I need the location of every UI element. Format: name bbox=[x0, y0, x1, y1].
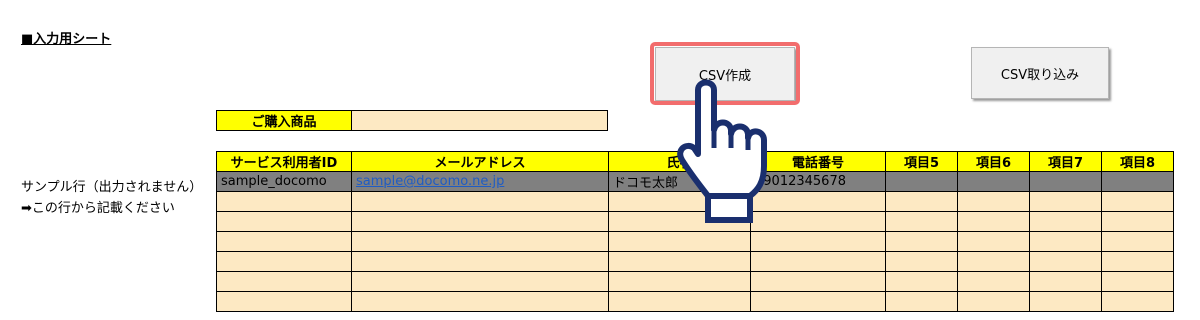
input-cell[interactable] bbox=[750, 251, 886, 272]
input-cell[interactable] bbox=[1029, 251, 1102, 272]
input-cell[interactable] bbox=[1029, 191, 1102, 212]
input-cell[interactable] bbox=[750, 231, 886, 252]
input-cell[interactable] bbox=[351, 291, 609, 312]
input-cell[interactable] bbox=[608, 271, 751, 292]
input-cell[interactable] bbox=[1101, 271, 1174, 292]
input-row bbox=[216, 231, 1174, 252]
input-cell[interactable] bbox=[885, 291, 958, 312]
input-cell[interactable] bbox=[608, 251, 751, 272]
input-cell[interactable] bbox=[351, 231, 609, 252]
input-cell[interactable] bbox=[1101, 291, 1174, 312]
input-cell[interactable] bbox=[885, 251, 958, 272]
input-cell[interactable] bbox=[885, 191, 958, 212]
input-cell[interactable] bbox=[1101, 231, 1174, 252]
input-cell[interactable] bbox=[1101, 251, 1174, 272]
sample-item8[interactable] bbox=[1101, 171, 1174, 192]
sample-item7[interactable] bbox=[1029, 171, 1102, 192]
input-cell[interactable] bbox=[750, 291, 886, 312]
input-cell[interactable] bbox=[608, 231, 751, 252]
purchase-label: ご購入商品 bbox=[216, 110, 352, 131]
input-cell[interactable] bbox=[351, 211, 609, 232]
input-cell[interactable] bbox=[351, 191, 609, 212]
input-cell[interactable] bbox=[957, 251, 1030, 272]
input-cell[interactable] bbox=[1029, 211, 1102, 232]
input-cell[interactable] bbox=[957, 211, 1030, 232]
input-cell[interactable] bbox=[1101, 191, 1174, 212]
input-cell[interactable] bbox=[351, 271, 609, 292]
input-cell[interactable] bbox=[1029, 271, 1102, 292]
sample-email-link[interactable]: sample@docomo.ne.jp bbox=[356, 174, 504, 189]
header-user-id: サービス利用者ID bbox=[216, 151, 352, 172]
header-item7: 項目7 bbox=[1029, 151, 1102, 172]
sample-email[interactable]: sample@docomo.ne.jp bbox=[351, 171, 609, 192]
input-cell[interactable] bbox=[1029, 231, 1102, 252]
start-row-note: ➡この行から記載ください bbox=[21, 201, 175, 216]
pointing-hand-icon bbox=[677, 79, 767, 223]
input-cell[interactable] bbox=[216, 291, 352, 312]
header-item5: 項目5 bbox=[885, 151, 958, 172]
sample-user-id[interactable]: sample_docomo bbox=[216, 171, 352, 192]
input-cell[interactable] bbox=[608, 291, 751, 312]
header-email: メールアドレス bbox=[351, 151, 609, 172]
purchase-input[interactable] bbox=[351, 110, 608, 131]
input-cell[interactable] bbox=[957, 231, 1030, 252]
sample-row-note: サンプル行（出力されません） bbox=[21, 180, 203, 195]
input-cell[interactable] bbox=[216, 211, 352, 232]
input-cell[interactable] bbox=[216, 231, 352, 252]
input-row bbox=[216, 251, 1174, 272]
header-item8: 項目8 bbox=[1101, 151, 1174, 172]
csv-import-button-label: CSV取り込み bbox=[1000, 67, 1080, 83]
input-cell[interactable] bbox=[216, 191, 352, 212]
sample-item5[interactable] bbox=[885, 171, 958, 192]
input-cell[interactable] bbox=[957, 291, 1030, 312]
input-cell[interactable] bbox=[750, 271, 886, 292]
header-item6: 項目6 bbox=[957, 151, 1030, 172]
input-cell[interactable] bbox=[216, 271, 352, 292]
sheet-title: ■入力用シート bbox=[21, 32, 112, 47]
input-cell[interactable] bbox=[351, 251, 609, 272]
input-cell[interactable] bbox=[957, 191, 1030, 212]
input-cell[interactable] bbox=[957, 271, 1030, 292]
input-row bbox=[216, 291, 1174, 312]
sample-item6[interactable] bbox=[957, 171, 1030, 192]
input-cell[interactable] bbox=[1029, 291, 1102, 312]
csv-import-button[interactable]: CSV取り込み bbox=[971, 47, 1109, 99]
input-row bbox=[216, 271, 1174, 292]
input-cell[interactable] bbox=[885, 231, 958, 252]
input-cell[interactable] bbox=[216, 251, 352, 272]
input-cell[interactable] bbox=[1101, 211, 1174, 232]
input-cell[interactable] bbox=[885, 211, 958, 232]
input-cell[interactable] bbox=[885, 271, 958, 292]
